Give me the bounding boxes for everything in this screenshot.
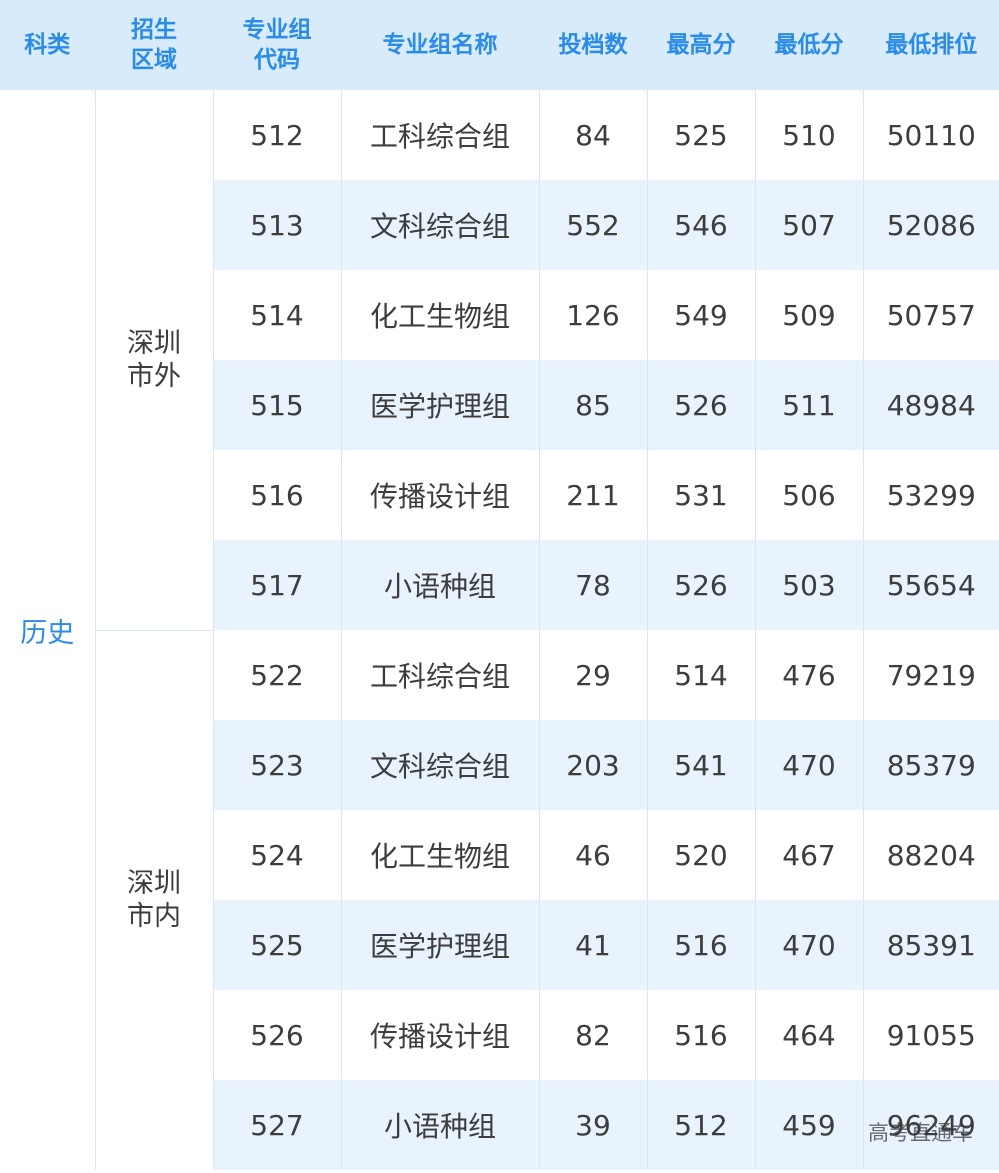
- cell-min: 507: [755, 180, 864, 270]
- cell-name: 化工生物组: [341, 270, 540, 360]
- region-cell: 深圳 市内: [95, 630, 214, 1170]
- cell-min: 467: [755, 810, 864, 900]
- header-region-line1: 招生: [131, 17, 177, 43]
- header-region: 招生 区域: [95, 0, 214, 90]
- region-label-line: 市外: [127, 360, 181, 392]
- cell-max: 549: [647, 270, 756, 360]
- cell-rank: 48984: [863, 360, 999, 450]
- cell-code: 522: [213, 630, 342, 720]
- cell-name: 小语种组: [341, 1080, 540, 1170]
- cell-code: 523: [213, 720, 342, 810]
- cell-max: 520: [647, 810, 756, 900]
- cell-count: 46: [539, 810, 648, 900]
- cell-name: 工科综合组: [341, 630, 540, 720]
- cell-code: 515: [213, 360, 342, 450]
- cell-count: 126: [539, 270, 648, 360]
- header-subject: 科类: [0, 0, 96, 90]
- cell-name: 医学护理组: [341, 360, 540, 450]
- cell-rank: 91055: [863, 990, 999, 1080]
- cell-max: 526: [647, 360, 756, 450]
- cell-count: 211: [539, 450, 648, 540]
- region-label-line: 市内: [127, 901, 181, 933]
- cell-rank: 50110: [863, 90, 999, 180]
- table-body: 历史 深圳 市外 512 工科综合组 84 525 510 50110 513 文科综合组 552 54…: [0, 90, 999, 1170]
- header-code-line1: 专业组: [242, 17, 312, 43]
- cell-rank: 55654: [863, 540, 999, 630]
- admission-score-table: 科类 招生 区域 专业组 代码 专业组名称 投档数 最高分 最低分 最低排位 历…: [0, 0, 999, 1170]
- page: 科类 招生 区域 专业组 代码 专业组名称 投档数 最高分 最低分 最低排位 历…: [0, 0, 999, 1173]
- cell-min: 470: [755, 720, 864, 810]
- cell-code: 524: [213, 810, 342, 900]
- cell-code: 517: [213, 540, 342, 630]
- cell-rank: 85379: [863, 720, 999, 810]
- cell-name: 传播设计组: [341, 990, 540, 1080]
- cell-name: 工科综合组: [341, 90, 540, 180]
- cell-code: 514: [213, 270, 342, 360]
- table-header: 科类 招生 区域 专业组 代码 专业组名称 投档数 最高分 最低分 最低排位: [0, 0, 999, 90]
- cell-max: 546: [647, 180, 756, 270]
- cell-max: 512: [647, 1080, 756, 1170]
- cell-count: 41: [539, 900, 648, 990]
- cell-max: 516: [647, 990, 756, 1080]
- cell-name: 文科综合组: [341, 720, 540, 810]
- cell-min: 476: [755, 630, 864, 720]
- header-rank: 最低排位: [863, 0, 999, 90]
- cell-name: 文科综合组: [341, 180, 540, 270]
- cell-count: 78: [539, 540, 648, 630]
- cell-code: 527: [213, 1080, 342, 1170]
- cell-count: 39: [539, 1080, 648, 1170]
- cell-code: 513: [213, 180, 342, 270]
- cell-name: 化工生物组: [341, 810, 540, 900]
- cell-code: 525: [213, 900, 342, 990]
- cell-max: 531: [647, 450, 756, 540]
- header-region-line2: 区域: [131, 47, 177, 73]
- subject-cell: 历史: [0, 90, 96, 1170]
- header-code: 专业组 代码: [213, 0, 342, 90]
- cell-min: 509: [755, 270, 864, 360]
- cell-rank: 50757: [863, 270, 999, 360]
- cell-rank: 88204: [863, 810, 999, 900]
- cell-min: 510: [755, 90, 864, 180]
- cell-count: 552: [539, 180, 648, 270]
- cell-min: 470: [755, 900, 864, 990]
- cell-count: 29: [539, 630, 648, 720]
- cell-min: 459: [755, 1080, 864, 1170]
- cell-count: 82: [539, 990, 648, 1080]
- watermark: 高考直通车: [868, 1121, 973, 1145]
- cell-count: 85: [539, 360, 648, 450]
- region-label-line: 深圳: [127, 868, 181, 900]
- cell-code: 512: [213, 90, 342, 180]
- cell-max: 526: [647, 540, 756, 630]
- header-min: 最低分: [755, 0, 864, 90]
- cell-rank: 85391: [863, 900, 999, 990]
- table-row: 历史 深圳 市外 512 工科综合组 84 525 510 50110: [0, 90, 999, 1170]
- cell-rank: 52086: [863, 180, 999, 270]
- cell-min: 503: [755, 540, 864, 630]
- cell-min: 506: [755, 450, 864, 540]
- cell-code: 516: [213, 450, 342, 540]
- cell-min: 464: [755, 990, 864, 1080]
- region-cell: 深圳 市外: [95, 90, 214, 631]
- cell-rank: 53299: [863, 450, 999, 540]
- cell-max: 516: [647, 900, 756, 990]
- cell-max: 514: [647, 630, 756, 720]
- cell-name: 小语种组: [341, 540, 540, 630]
- header-name: 专业组名称: [341, 0, 540, 90]
- table-row: 深圳 市内 522 工科综合组 29 514 476 79219: [0, 630, 999, 1170]
- region-label-line: 深圳: [127, 327, 181, 359]
- cell-code: 526: [213, 990, 342, 1080]
- header-count: 投档数: [539, 0, 648, 90]
- cell-count: 203: [539, 720, 648, 810]
- cell-min: 511: [755, 360, 864, 450]
- cell-max: 541: [647, 720, 756, 810]
- cell-rank: 79219: [863, 630, 999, 720]
- header-max: 最高分: [647, 0, 756, 90]
- cell-count: 84: [539, 90, 648, 180]
- header-code-line2: 代码: [254, 47, 300, 73]
- cell-name: 医学护理组: [341, 900, 540, 990]
- cell-max: 525: [647, 90, 756, 180]
- cell-name: 传播设计组: [341, 450, 540, 540]
